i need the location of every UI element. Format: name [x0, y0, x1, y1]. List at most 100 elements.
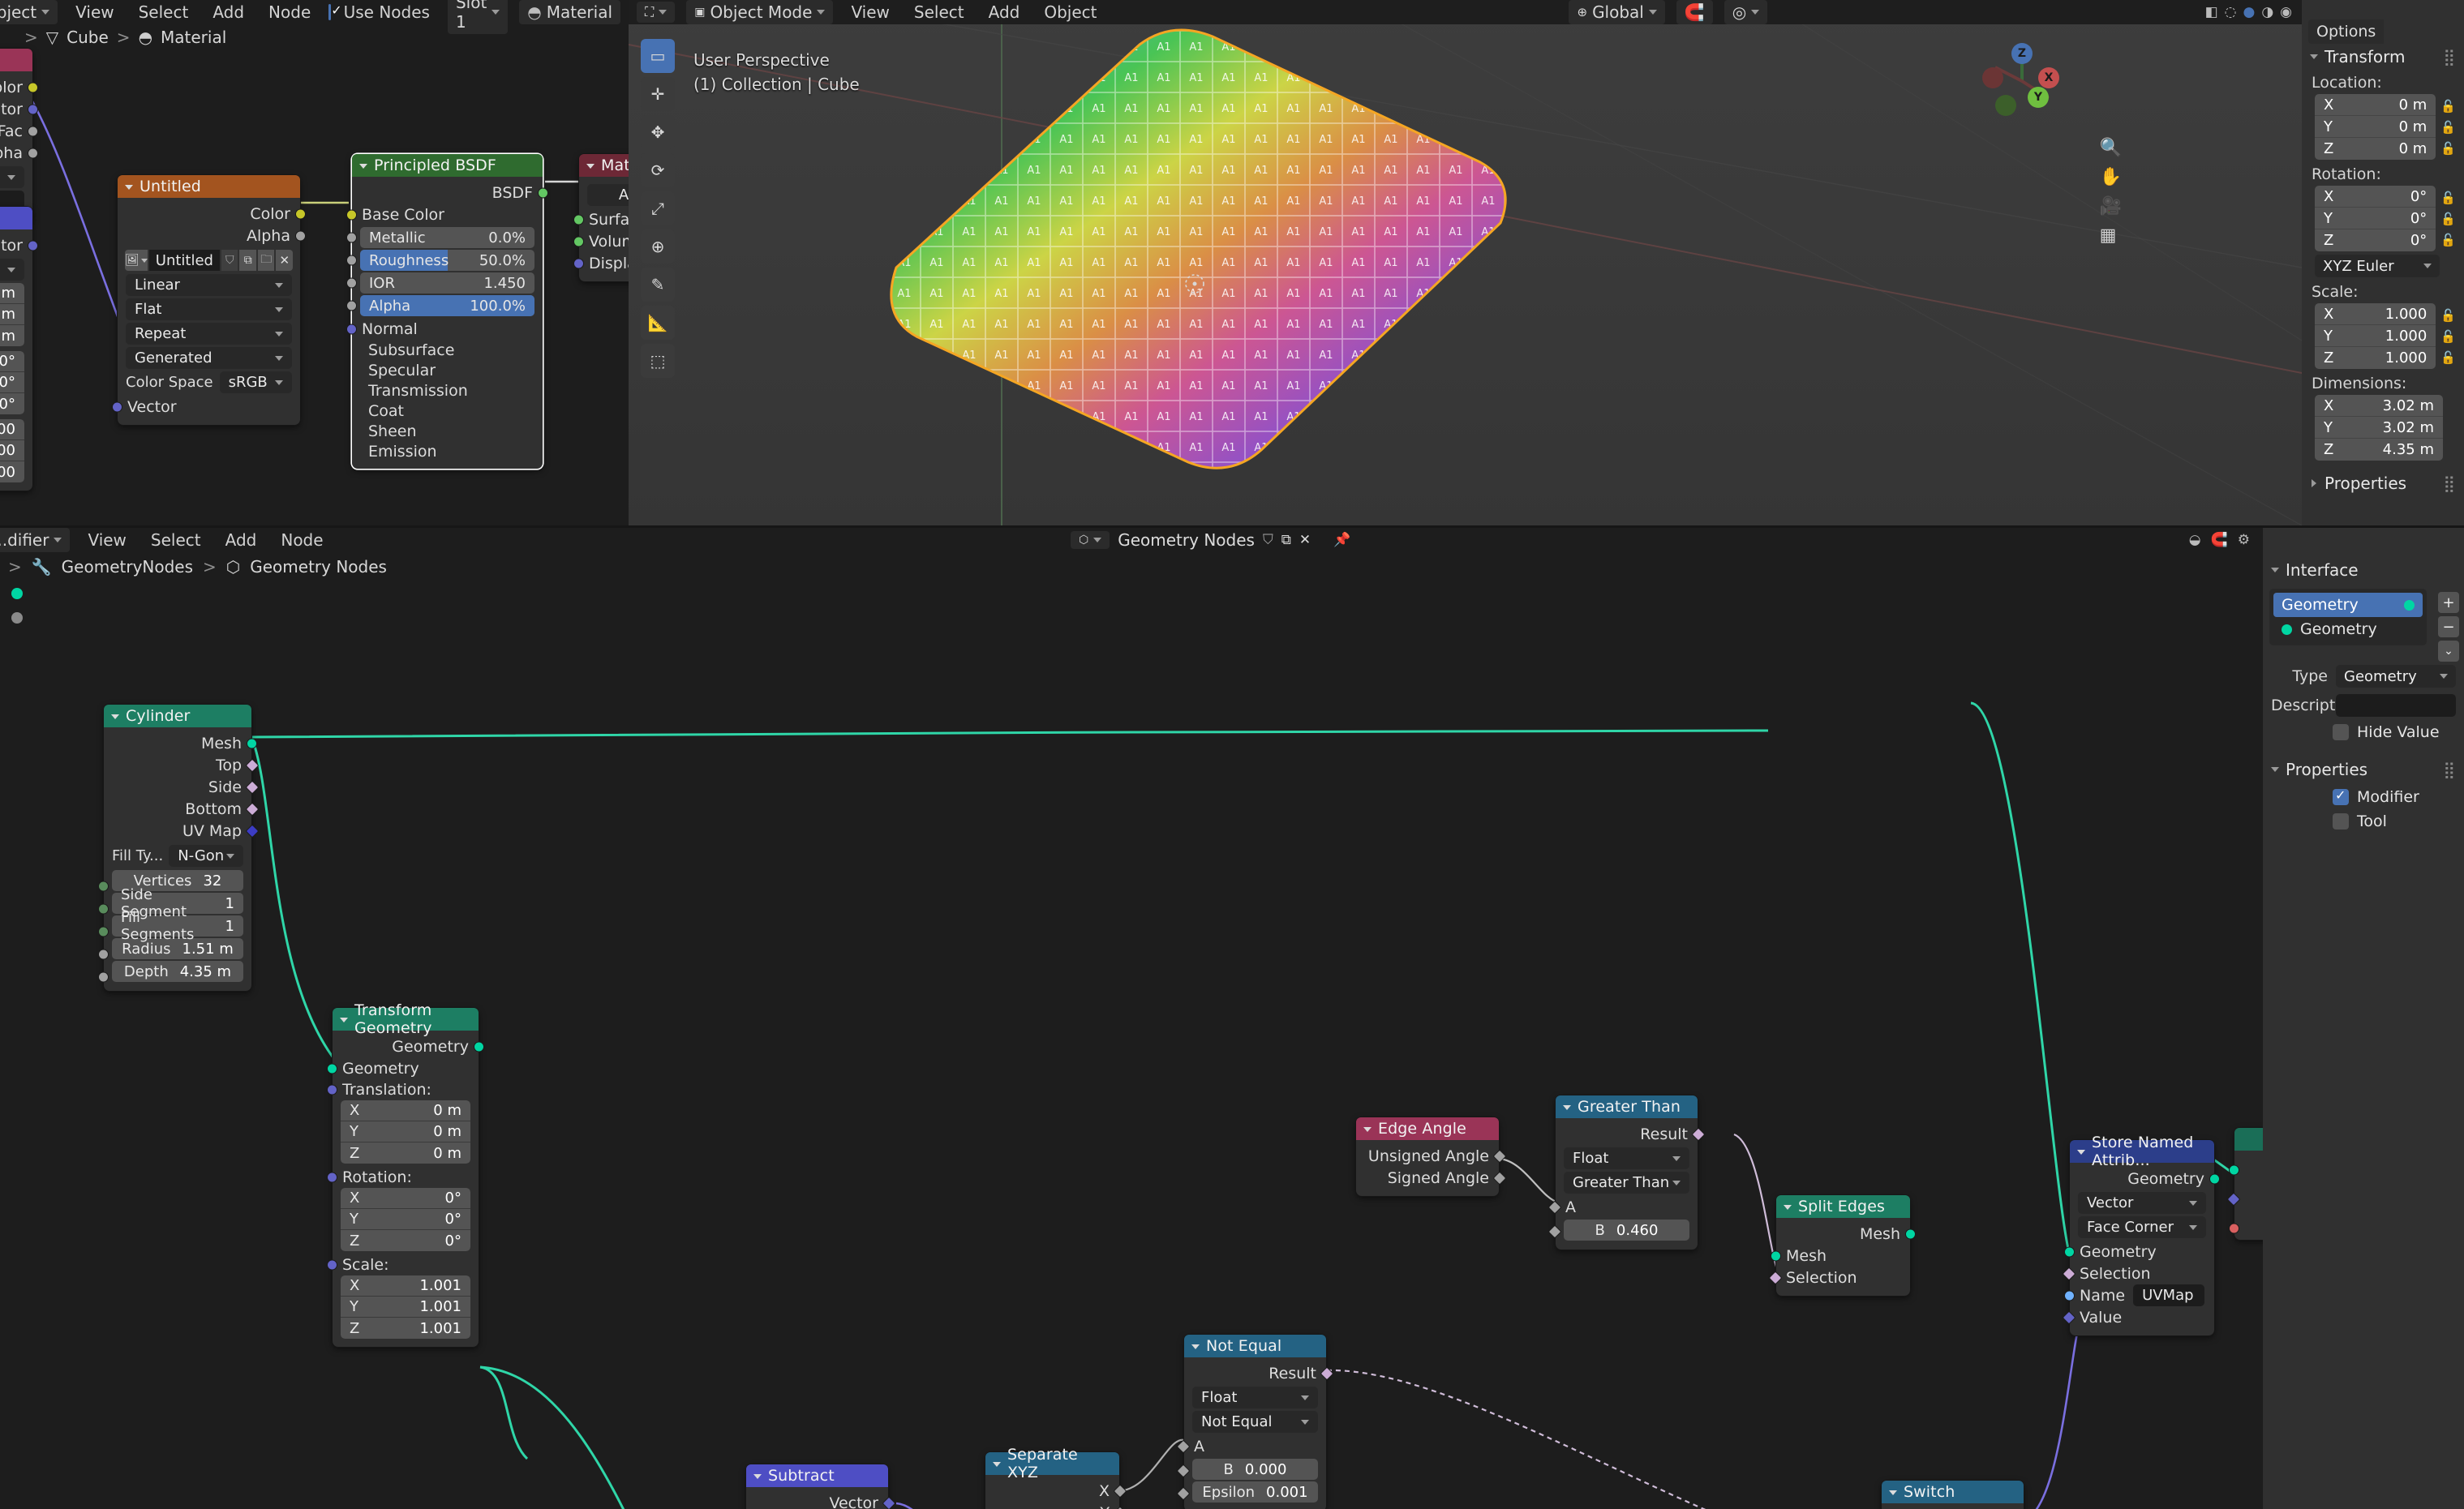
lock-icon[interactable]: 🔓	[2440, 120, 2456, 135]
panel-transmission[interactable]: Transmission	[352, 380, 543, 401]
gizmo-z-axis[interactable]: Z	[2011, 43, 2033, 64]
socket-row-color[interactable]: Color	[0, 76, 38, 98]
translation-input-socket[interactable]	[327, 1084, 337, 1095]
socket-row-value[interactable]: Value	[2062, 1306, 2214, 1328]
node-header[interactable]: Transform Geometry	[333, 1001, 479, 1037]
rotation-group[interactable]: X 0° Y 0° Z 0°	[341, 1188, 470, 1251]
collapse-icon[interactable]	[1191, 1344, 1200, 1349]
uvmap-output-socket[interactable]	[245, 824, 260, 838]
slider-alpha[interactable]: Alpha 100.0%	[346, 295, 534, 316]
collapse-icon[interactable]	[1363, 1127, 1372, 1132]
interpolation-dropdown[interactable]: Linear	[126, 274, 292, 296]
geo-editor-type-dropdown[interactable]: ...difier	[0, 528, 71, 552]
socket-row-alpha[interactable]: Alpha	[0, 142, 38, 164]
menu-view[interactable]: View	[81, 529, 132, 551]
group-input-dots[interactable]	[11, 588, 23, 624]
socket-row-mesh[interactable]: Mesh	[104, 732, 257, 754]
socket-row-mesh-in[interactable]: Mesh	[1771, 1245, 1910, 1267]
gizmo-x-neg-axis[interactable]	[1982, 67, 2003, 88]
material-datablock[interactable]: ◓ Material	[519, 0, 620, 24]
translation-z-field[interactable]: Z0 m	[341, 1142, 470, 1164]
collapse-icon[interactable]	[340, 1018, 348, 1022]
socket-row-surface[interactable]: Surface	[573, 208, 629, 230]
tree-type-icon-btn[interactable]: ⬡	[1071, 531, 1110, 549]
panel-subsurface[interactable]: Subsurface	[352, 340, 543, 360]
source-dropdown[interactable]: Generated	[126, 347, 292, 369]
socket-row-alpha[interactable]: Alpha	[118, 225, 306, 246]
image-datablock-icon[interactable]: 🖼	[125, 250, 148, 271]
node-header[interactable]: Principled BSDF	[352, 154, 543, 177]
node-split-edges[interactable]: Split Edges Mesh Mesh Selection	[1768, 1195, 1916, 1296]
point-dropdown[interactable]: ...int	[0, 259, 24, 281]
node-cylinder[interactable]: Cylinder Mesh Top Side Bottom UV Map Fil…	[98, 705, 260, 991]
translation-x-field[interactable]: X0 m	[341, 1100, 470, 1121]
lock-icon[interactable]: 🔓	[2440, 329, 2456, 344]
hide-value-checkbox[interactable]	[2333, 724, 2349, 740]
rotation-y-field[interactable]: Y 0°	[2315, 208, 2436, 229]
add-item-button[interactable]: +	[2438, 592, 2459, 613]
translation-y-field[interactable]: Y0 m	[341, 1121, 470, 1142]
name-input-socket[interactable]	[2064, 1290, 2075, 1301]
collapse-icon[interactable]	[111, 714, 119, 719]
socket-row-bottom[interactable]: Bottom	[104, 798, 260, 820]
hand-pan-icon[interactable]: ✋	[2100, 167, 2122, 187]
epsilon-field[interactable]: Epsilon 0.001	[1192, 1481, 1318, 1503]
socket-row-volume[interactable]: Volume	[573, 230, 629, 252]
data-type-dropdown[interactable]: Float	[1192, 1387, 1318, 1408]
scale-z-field[interactable]: Z 1.000	[2315, 347, 2436, 369]
extension-dropdown[interactable]: Repeat	[126, 323, 292, 345]
tool-row[interactable]: Tool	[2263, 809, 2464, 834]
lock-icon[interactable]: 🔓	[2440, 233, 2456, 247]
node-group-output[interactable]	[2226, 1128, 2263, 1240]
panel-coat[interactable]: Coat	[352, 401, 543, 421]
n-panel-tab[interactable]: Options	[2308, 19, 2385, 44]
snap-icon[interactable]: 🧲	[2211, 532, 2228, 548]
side-segments-input-socket[interactable]	[98, 903, 109, 915]
node-header[interactable]: Materia	[579, 154, 629, 177]
depth-input-socket[interactable]	[98, 971, 109, 983]
result-output-socket[interactable]	[1320, 1366, 1334, 1380]
fill-segments-input-socket[interactable]	[98, 926, 109, 937]
description-row[interactable]: Description	[2263, 691, 2464, 720]
dimension-fields[interactable]: X 3.02 m Y 3.02 m Z 4.35 m	[2302, 395, 2464, 461]
b-input-socket[interactable]	[1548, 1224, 1562, 1239]
colorspace-dropdown[interactable]: sRGB	[219, 371, 292, 393]
rotation-z-field[interactable]: Z 0°	[2315, 229, 2436, 251]
socket-row-selection[interactable]: Selection	[1768, 1267, 1910, 1288]
b-field[interactable]: B 0.460	[1564, 1220, 1689, 1241]
a-input-socket[interactable]	[1176, 1439, 1191, 1453]
operation-dropdown[interactable]: Greater Than	[1564, 1172, 1689, 1194]
metallic-input-socket[interactable]	[346, 232, 357, 243]
image-name-field[interactable]: Untitled	[148, 250, 220, 271]
type-row[interactable]: Type Geometry	[2263, 662, 2464, 691]
node-switch-big[interactable]: Switch Output Vector Switch False True	[1882, 1481, 2024, 1509]
node-principled-bsdf[interactable]: Principled BSDF BSDF Base Color Metallic…	[346, 154, 548, 469]
node-edge-angle[interactable]: Edge Angle Unsigned Angle Signed Angle	[1356, 1117, 1507, 1196]
node-store-named-attribute[interactable]: Store Named Attrib... Geometry Vector Fa…	[2062, 1134, 2220, 1335]
mesh-output-socket[interactable]	[1905, 1228, 1916, 1239]
node-header[interactable]	[0, 49, 32, 71]
node-subtract[interactable]: Subtract Vector Subtract Vector Vector	[746, 1464, 896, 1509]
collapse-icon[interactable]	[993, 1462, 1001, 1467]
volume-input-socket[interactable]	[573, 236, 584, 246]
mesh-output-socket[interactable]	[247, 738, 257, 748]
bottom-output-socket[interactable]	[245, 802, 260, 816]
scale-group[interactable]: X 1.001 Y 1.001 Z 1.001	[341, 1275, 470, 1339]
socket-row-mesh-out[interactable]: Mesh	[1776, 1223, 1916, 1245]
top-output-socket[interactable]	[245, 758, 260, 772]
breadcrumb-object[interactable]: Cube	[67, 28, 109, 47]
cylinder-input-fields[interactable]: Vertices 32 Side Segment 1 Fill Segments 1 …	[98, 870, 251, 983]
vector-input-socket[interactable]	[2226, 1192, 2241, 1207]
location-z-field[interactable]: Z0 m	[2315, 138, 2436, 160]
options-icon[interactable]: ⚙	[2238, 532, 2250, 548]
socket-row-side[interactable]: Side	[104, 776, 260, 798]
panel-sheen[interactable]: Sheen	[352, 421, 543, 441]
menu-select[interactable]: Select	[144, 529, 208, 551]
domain-dropdown[interactable]: Face Corner	[2078, 1216, 2206, 1238]
modifier-row[interactable]: Modifier	[2263, 785, 2464, 809]
rotation-y-field[interactable]: Y 0°	[341, 1209, 470, 1230]
lock-icon[interactable]: 🔓	[2440, 141, 2456, 156]
roughness-input-socket[interactable]	[346, 255, 357, 266]
node-not-equal-1[interactable]: Not Equal Result Float Not Equal A B 0.00…	[1176, 1335, 1334, 1509]
a-input-socket[interactable]	[1548, 1200, 1562, 1214]
